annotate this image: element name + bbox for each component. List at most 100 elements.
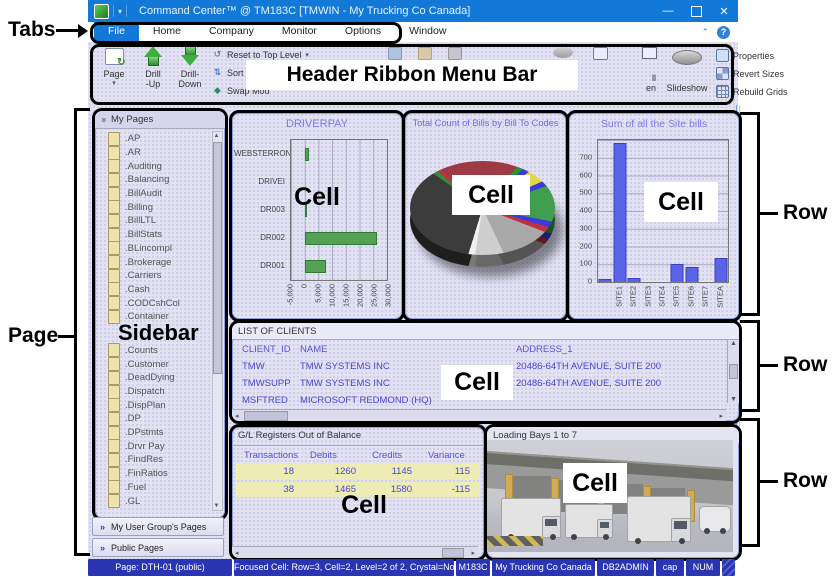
scroll-down-icon[interactable]: ▼ <box>728 396 739 403</box>
status-segment: My Trucking Co Canada <box>492 559 595 576</box>
page-button-label: Page <box>103 69 124 79</box>
scroll-up-icon[interactable]: ▲ <box>728 340 739 347</box>
scroll-right-icon[interactable]: ▸ <box>471 549 475 557</box>
drill-down-button[interactable]: Drill- Down <box>172 46 208 89</box>
sidebar-item-billaudit[interactable]: .BillAudit <box>95 187 225 201</box>
scrollbar-thumb[interactable] <box>213 142 222 374</box>
tab-company[interactable]: Company <box>195 22 268 42</box>
table-row[interactable]: 1812601145115 <box>236 464 479 479</box>
properties-button[interactable]: Properties <box>716 49 774 62</box>
table-cell: 38 <box>236 482 302 497</box>
full-screen-button[interactable]: ll en <box>638 47 660 93</box>
public-pages-bar[interactable]: » Public Pages <box>92 538 224 557</box>
x-tick-label: 15,000 <box>342 284 351 307</box>
sidebar-item-brokerage[interactable]: .Brokerage <box>95 255 225 269</box>
x-axis-label: SITE1 <box>614 286 623 307</box>
scroll-left-icon[interactable]: ◂ <box>235 412 239 420</box>
reset-label: Reset to Top Level <box>227 50 301 60</box>
horizontal-scrollbar[interactable]: ◂ ▸ <box>232 409 726 421</box>
collapse-ribbon-icon[interactable]: ⌃ <box>701 27 709 38</box>
sidebar-item-findres[interactable]: .FindRes <box>95 453 225 467</box>
table-cell: 115 <box>420 464 478 479</box>
reset-to-top-level-button[interactable]: ↺ Reset to Top Level ▾ <box>212 49 309 60</box>
drill-up-label: Drill <box>145 69 161 79</box>
horizontal-scrollbar[interactable]: ◂ ▸ <box>232 546 478 558</box>
y-tick-label: 600 <box>579 170 592 179</box>
tab-options[interactable]: Options <box>331 22 395 42</box>
vertical-scrollbar[interactable]: ▲ ▼ <box>727 340 739 403</box>
y-axis-ticks: 7006005004003002001000 <box>569 139 595 281</box>
annotation-cell-label: Cell <box>441 365 513 400</box>
my-user-groups-pages-bar[interactable]: » My User Group's Pages <box>92 517 224 536</box>
y-tick-label: 200 <box>579 241 592 250</box>
sidebar-item-ap[interactable]: .AP <box>95 132 225 146</box>
help-icon[interactable]: ? <box>717 26 730 39</box>
sidebar-item-label: .Balancing <box>125 174 169 185</box>
sort-levels-icon: ⇅ <box>212 67 223 78</box>
page-icon <box>108 494 120 508</box>
tab-home[interactable]: Home <box>139 22 195 42</box>
close-button[interactable]: ✕ <box>710 0 738 22</box>
hidden-toolbar-icon[interactable] <box>553 47 573 58</box>
hidden-toolbar-icon[interactable] <box>593 47 608 60</box>
sidebar-item-billing[interactable]: .Billing <box>95 200 225 214</box>
revert-sizes-label: Revert Sizes <box>733 69 784 79</box>
bar-site5 <box>671 264 684 282</box>
quick-access-caret-icon[interactable]: ▾ <box>118 7 122 16</box>
sidebar-item-deaddying[interactable]: .DeadDying <box>95 371 225 385</box>
sidebar-item-ar[interactable]: .AR <box>95 146 225 160</box>
hidden-toolbar-icon[interactable] <box>418 47 432 60</box>
hidden-toolbar-icon[interactable] <box>448 47 462 60</box>
sidebar-item-label: .Fuel <box>125 482 146 493</box>
sidebar-item-billstats[interactable]: .BillStats <box>95 228 225 242</box>
resize-grip[interactable] <box>722 559 735 576</box>
scroll-right-icon[interactable]: ▸ <box>719 412 723 420</box>
sidebar-item-carriers[interactable]: .Carriers <box>95 269 225 283</box>
cell-pie-chart[interactable]: Total Count of Bills by Bill To Codes <box>402 110 569 322</box>
sidebar-item-fuel[interactable]: .Fuel <box>95 481 225 495</box>
x-tick-label: 20,000 <box>356 284 365 307</box>
drill-up-button[interactable]: Drill -Up <box>136 46 170 89</box>
divider <box>113 5 114 17</box>
sidebar-item-dpstmts[interactable]: .DPstmts <box>95 426 225 440</box>
sidebar-item-auditing[interactable]: .Auditing <box>95 159 225 173</box>
minimize-button[interactable]: — <box>654 0 682 22</box>
x-axis-ticks: -5,00005,00010,00015,00020,00025,00030,0… <box>290 283 388 311</box>
sidebar-item-gl[interactable]: .GL <box>95 494 225 508</box>
slideshow-button[interactable]: Slideshow <box>664 50 710 93</box>
sidebar-item-dispatch[interactable]: .Dispatch <box>95 385 225 399</box>
sidebar-item-customer[interactable]: .Customer <box>95 357 225 371</box>
y-tick-label: 0 <box>588 277 592 286</box>
sidebar-item-finratios[interactable]: .FinRatios <box>95 467 225 481</box>
scrollbar-thumb[interactable] <box>442 548 464 558</box>
tab-monitor[interactable]: Monitor <box>268 22 331 42</box>
sidebar-item-balancing[interactable]: .Balancing <box>95 173 225 187</box>
x-tick-label: 10,000 <box>328 284 337 307</box>
scroll-up-icon[interactable]: ▲ <box>213 133 220 139</box>
page-bracket-vline <box>74 108 77 556</box>
revert-sizes-button[interactable]: Revert Sizes <box>716 67 784 80</box>
tab-file[interactable]: File <box>94 22 139 42</box>
scroll-left-icon[interactable]: ◂ <box>235 549 239 557</box>
bar-sitea <box>714 258 727 282</box>
scrollbar-thumb[interactable] <box>729 364 738 379</box>
sidebar-item-dispplan[interactable]: .DispPlan <box>95 398 225 412</box>
hidden-toolbar-icon[interactable] <box>388 47 402 60</box>
page-button[interactable]: Page ▾ <box>96 48 132 89</box>
sidebar-item-cash[interactable]: .Cash <box>95 283 225 297</box>
scrollbar-thumb[interactable] <box>244 411 288 421</box>
sidebar-item-dp[interactable]: .DP <box>95 412 225 426</box>
sidebar-item-billltl[interactable]: .BillLTL <box>95 214 225 228</box>
sidebar-scrollbar[interactable]: ▲ ▼ <box>212 131 223 511</box>
tab-window[interactable]: Window <box>395 22 460 42</box>
sidebar-item-drvr-pay[interactable]: .Drvr Pay <box>95 439 225 453</box>
x-axis-label: SITEA <box>715 286 724 308</box>
my-pages-header[interactable]: » My Pages <box>95 111 225 129</box>
maximize-button[interactable] <box>682 0 710 22</box>
cell-driverpay-chart[interactable]: DRIVERPAY WEBSTERRONDRIVEIDR003DR002DR00… <box>229 110 405 322</box>
sidebar-item-codcshcol[interactable]: .CODCshCol <box>95 296 225 310</box>
rebuild-grids-button[interactable]: Rebuild Grids <box>716 85 788 98</box>
scroll-down-icon[interactable]: ▼ <box>213 503 220 509</box>
x-axis-label: SITE6 <box>686 286 695 307</box>
sidebar-item-blincompl[interactable]: .BLincompl <box>95 242 225 256</box>
